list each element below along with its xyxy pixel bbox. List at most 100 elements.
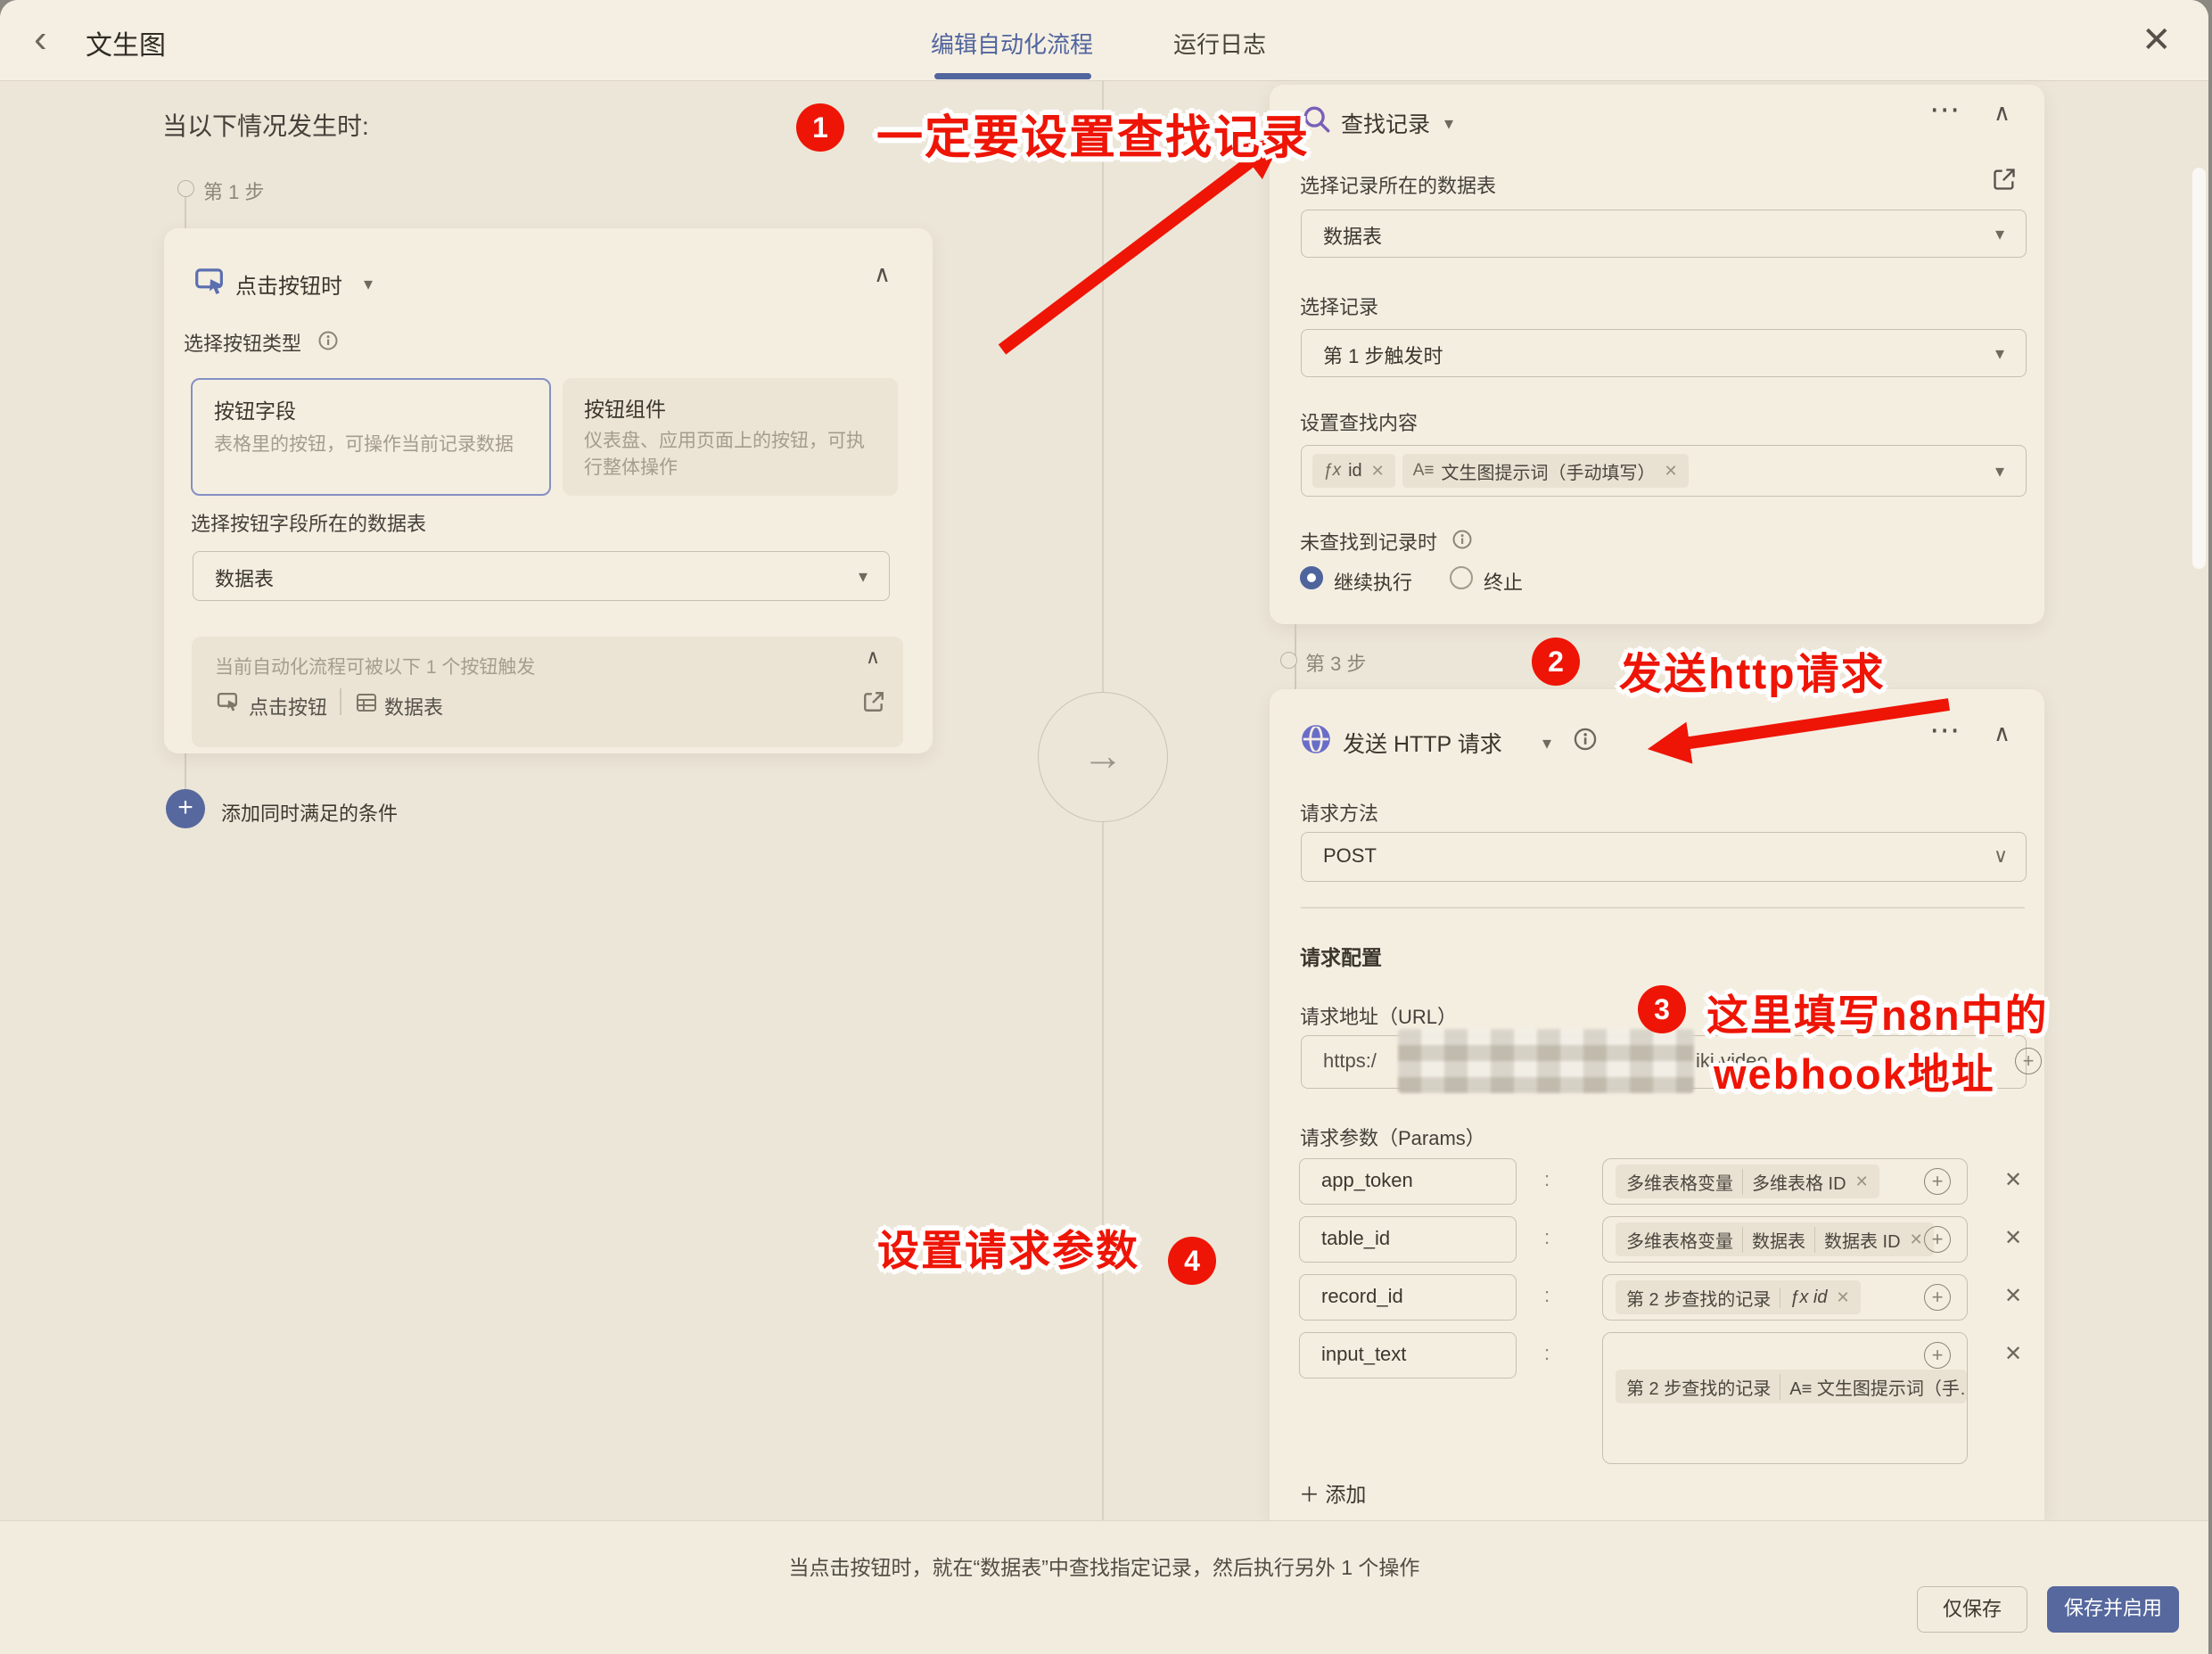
button-table-label: 选择按钮字段所在的数据表 xyxy=(191,508,426,537)
step1-dot xyxy=(177,180,194,197)
info-icon xyxy=(1573,727,1598,752)
trigger-summary-box: 当前自动化流程可被以下 1 个按钮触发 ∧ 点击按钮 数据表 xyxy=(192,637,903,747)
insert-variable-icon[interactable]: + xyxy=(1924,1226,1951,1253)
method-select[interactable]: POST ∨ xyxy=(1301,832,2027,882)
collapse-icon[interactable]: ∧ xyxy=(874,260,891,288)
chevron-down-icon[interactable]: ▾ xyxy=(364,273,373,295)
param-key: record_id xyxy=(1321,1285,1403,1308)
trigger-card: 点击按钮时 ▾ ∧ 选择按钮类型 按钮字段 表格里的按钮，可操作当前记录数据 按… xyxy=(164,228,933,753)
back-icon[interactable]: ‹ xyxy=(34,12,47,66)
radio-continue-label[interactable]: 继续执行 xyxy=(1334,567,1412,596)
radio-stop[interactable] xyxy=(1450,566,1473,589)
delete-param-icon[interactable]: ✕ xyxy=(2004,1283,2022,1309)
param-value-box[interactable]: 多维表格变量 数据表 数据表 ID ✕ + xyxy=(1602,1216,1968,1263)
chevron-down-icon: ▾ xyxy=(1995,223,2004,245)
globe-icon xyxy=(1300,723,1332,755)
option-button-widget[interactable]: 按钮组件 仪表盘、应用页面上的按钮，可执行整体操作 xyxy=(563,378,898,496)
chevron-down-icon[interactable]: ▾ xyxy=(1542,732,1551,754)
param-key-input[interactable]: table_id xyxy=(1299,1216,1517,1263)
summary-table-name[interactable]: 数据表 xyxy=(384,692,443,720)
http-title[interactable]: 发送 HTTP 请求 xyxy=(1343,727,1502,759)
external-link-icon[interactable] xyxy=(862,690,885,713)
method-label: 请求方法 xyxy=(1300,798,1378,827)
add-param-button[interactable]: ＋ 添加 xyxy=(1299,1477,1366,1508)
summary-button-name[interactable]: 点击按钮 xyxy=(249,692,327,720)
delete-param-icon[interactable]: ✕ xyxy=(2004,1225,2022,1251)
footer-bar: 当点击按钮时，就在“数据表”中查找指定记录，然后执行另外 1 个操作 仅保存 保… xyxy=(0,1520,2208,1654)
external-link-icon[interactable] xyxy=(1992,167,2017,192)
save-and-enable-button[interactable]: 保存并启用 xyxy=(2047,1586,2179,1633)
button-type-label: 选择按钮类型 xyxy=(184,328,301,357)
annotation-badge-2: 2 xyxy=(1532,638,1580,686)
top-bar: ‹ 文生图 编辑自动化流程 运行日志 ✕ xyxy=(0,0,2208,81)
colon-separator: : xyxy=(1544,1342,1550,1365)
arrow-right-icon: → xyxy=(1082,732,1123,778)
insert-variable-icon[interactable]: + xyxy=(1924,1168,1951,1195)
delete-param-icon[interactable]: ✕ xyxy=(2004,1167,2022,1193)
add-condition-label[interactable]: 添加同时满足的条件 xyxy=(221,798,398,827)
chip-part: 多维表格变量 xyxy=(1626,1169,1733,1195)
annotation-text-1: 一定要设置查找记录 xyxy=(876,100,1310,167)
text-field-icon: A≡ xyxy=(1413,461,1435,481)
page-title: 文生图 xyxy=(86,23,166,62)
divider xyxy=(340,688,341,715)
variable-chip[interactable]: 多维表格变量 数据表 数据表 ID ✕ xyxy=(1616,1222,1934,1256)
remove-chip-icon[interactable]: ✕ xyxy=(1665,462,1678,481)
variable-chip[interactable]: 多维表格变量 多维表格 ID ✕ xyxy=(1616,1164,1879,1198)
param-value-box[interactable]: 多维表格变量 多维表格 ID ✕ + xyxy=(1602,1158,1968,1205)
step3-label: 第 3 步 xyxy=(1305,648,1366,677)
filter-fields-select[interactable]: ƒx id ✕ A≡ 文生图提示词（手动填写） ✕ ▾ xyxy=(1301,445,2027,497)
param-key: input_text xyxy=(1321,1343,1406,1366)
remove-chip-icon[interactable]: ✕ xyxy=(1855,1173,1869,1191)
chip-part: ƒx id xyxy=(1780,1288,1827,1308)
plus-icon: + xyxy=(2023,1049,2035,1072)
more-menu-icon[interactable]: ⋯ xyxy=(1929,712,1961,748)
close-icon[interactable]: ✕ xyxy=(2142,20,2172,61)
option-desc: 表格里的按钮，可操作当前记录数据 xyxy=(214,430,514,457)
table-select[interactable]: 数据表 ▾ xyxy=(193,551,890,601)
add-condition-button[interactable]: + xyxy=(166,789,205,828)
remove-chip-icon[interactable]: ✕ xyxy=(1910,1230,1923,1249)
tab-run-logs[interactable]: 运行日志 xyxy=(1173,27,1266,60)
filter-chip-prompt[interactable]: A≡ 文生图提示词（手动填写） ✕ xyxy=(1402,454,1689,488)
redacted-url-blur xyxy=(1398,1029,1694,1093)
radio-stop-label[interactable]: 终止 xyxy=(1484,567,1523,596)
param-key-input[interactable]: input_text xyxy=(1299,1332,1517,1378)
option-title: 按钮字段 xyxy=(214,394,296,424)
chevron-down-icon[interactable]: ▾ xyxy=(1444,112,1453,135)
param-key-input[interactable]: app_token xyxy=(1299,1158,1517,1205)
collapse-icon[interactable]: ∧ xyxy=(1994,720,2011,747)
param-key-input[interactable]: record_id xyxy=(1299,1274,1517,1321)
option-button-field[interactable]: 按钮字段 表格里的按钮，可操作当前记录数据 xyxy=(191,378,551,496)
option-title: 按钮组件 xyxy=(584,392,666,423)
insert-variable-icon[interactable]: + xyxy=(1924,1284,1951,1311)
param-value-box[interactable]: 第 2 步查找的记录 ƒx id ✕ + xyxy=(1602,1274,1968,1321)
delete-param-icon[interactable]: ✕ xyxy=(2004,1341,2022,1367)
insert-variable-icon[interactable]: + xyxy=(2015,1048,2042,1074)
more-menu-icon[interactable]: ⋯ xyxy=(1929,92,1961,128)
record-source-select[interactable]: 第 1 步触发时 ▾ xyxy=(1301,329,2027,377)
param-value-box[interactable]: 第 2 步查找的记录 A≡ 文生图提示词（手… + xyxy=(1602,1332,1968,1464)
radio-continue[interactable] xyxy=(1300,566,1323,589)
variable-chip[interactable]: 第 2 步查找的记录 A≡ 文生图提示词（手… xyxy=(1616,1370,1967,1403)
table-select-value: 数据表 xyxy=(215,564,274,592)
lookup-table-select[interactable]: 数据表 ▾ xyxy=(1301,210,2027,258)
scrollbar-thumb[interactable] xyxy=(2192,168,2206,569)
chip-part: 数据表 xyxy=(1742,1227,1805,1253)
save-only-button[interactable]: 仅保存 xyxy=(1917,1586,2027,1633)
variable-chip[interactable]: 第 2 步查找的记录 ƒx id ✕ xyxy=(1616,1280,1861,1314)
collapse-icon[interactable]: ∧ xyxy=(866,646,880,669)
colon-separator: : xyxy=(1544,1284,1550,1307)
plus-icon: + xyxy=(1932,1286,1944,1308)
trigger-title[interactable]: 点击按钮时 xyxy=(235,268,342,300)
filter-chip-id[interactable]: ƒx id ✕ xyxy=(1312,454,1395,488)
url-label: 请求地址（URL） xyxy=(1300,1001,1457,1030)
tab-edit-automation[interactable]: 编辑自动化流程 xyxy=(931,27,1093,60)
param-key: app_token xyxy=(1321,1169,1413,1192)
collapse-icon[interactable]: ∧ xyxy=(1994,99,2011,127)
remove-chip-icon[interactable]: ✕ xyxy=(1371,462,1385,481)
insert-variable-icon[interactable]: + xyxy=(1924,1342,1951,1369)
remove-chip-icon[interactable]: ✕ xyxy=(1837,1288,1850,1307)
flow-arrow-circle: → xyxy=(1038,692,1168,822)
lookup-title[interactable]: 查找记录 xyxy=(1341,107,1430,139)
